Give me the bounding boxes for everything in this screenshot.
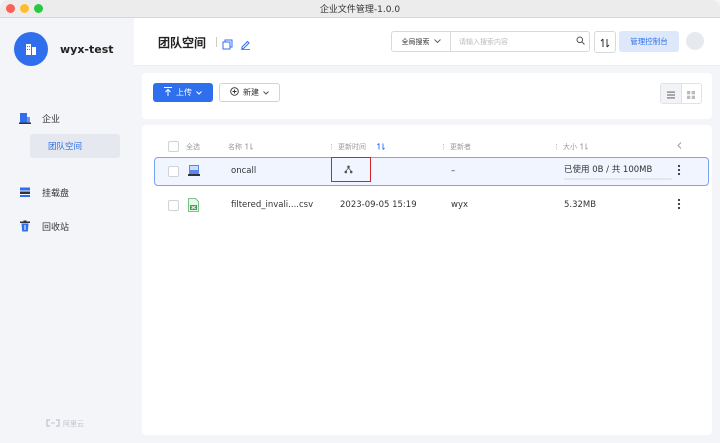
page-header: 团队空间 全局搜索 请输入搜索内容 管理控制台 bbox=[134, 18, 720, 66]
file-table: 全选 名称 ⋮ 更新时间 ⋮ 更新者 ⋮ 大小 oncall – 已使用 0B … bbox=[142, 125, 712, 435]
search-input[interactable] bbox=[451, 36, 571, 47]
table-row[interactable]: filtered_invali....csv 2023-09-05 15:19 … bbox=[154, 191, 709, 220]
updater: wyx bbox=[451, 200, 469, 210]
title-divider bbox=[216, 37, 217, 47]
sidebar-item-trash[interactable]: 回收站 bbox=[0, 216, 134, 236]
file-name[interactable]: oncall bbox=[231, 166, 256, 176]
row-checkbox[interactable] bbox=[168, 166, 179, 177]
column-header-name[interactable]: 名称 bbox=[228, 142, 253, 152]
more-actions-icon[interactable] bbox=[677, 198, 681, 213]
org-brand: wyx-test bbox=[0, 18, 134, 66]
new-label: 新建 bbox=[243, 88, 259, 97]
table-row[interactable]: oncall – 已使用 0B / 共 100MB bbox=[154, 157, 709, 186]
sort-icon bbox=[600, 33, 610, 52]
team-folder-icon bbox=[188, 164, 200, 178]
sidebar: wyx-test 企业 团队空间 挂载盘 回收站 阿里云 bbox=[0, 18, 134, 443]
toolbar: 上传 新建 bbox=[142, 73, 712, 119]
sidebar-nav: 企业 团队空间 挂载盘 回收站 bbox=[0, 108, 134, 236]
sidebar-item-label: 企业 bbox=[42, 114, 61, 125]
column-header-updater[interactable]: ⋮ 更新者 bbox=[440, 142, 471, 152]
column-header-label: 更新时间 bbox=[338, 143, 366, 151]
sidebar-item-mount-disk[interactable]: 挂载盘 bbox=[0, 182, 134, 202]
updated-time: 2023-09-05 15:19 bbox=[340, 200, 417, 210]
column-header-label: 名称 bbox=[228, 143, 242, 151]
admin-console-button[interactable]: 管理控制台 bbox=[619, 31, 679, 52]
page-title: 团队空间 bbox=[158, 36, 207, 50]
new-button[interactable]: 新建 bbox=[219, 83, 280, 102]
file-size: 5.32MB bbox=[564, 200, 597, 210]
storage-usage: 已使用 0B / 共 100MB bbox=[564, 165, 653, 175]
share-structure-icon[interactable] bbox=[344, 165, 353, 177]
sort-icon bbox=[580, 142, 588, 152]
org-name: wyx-test bbox=[60, 42, 114, 56]
search-scope-dropdown[interactable]: 全局搜索 bbox=[392, 32, 451, 51]
sort-icon bbox=[245, 142, 253, 152]
list-view-icon bbox=[666, 84, 675, 103]
column-header-label: 大小 bbox=[563, 143, 577, 151]
app-window: 企业文件管理-1.0.0 wyx-test 企业 团队空间 挂载盘 回收站 阿里… bbox=[0, 0, 720, 443]
main-area: 团队空间 全局搜索 请输入搜索内容 管理控制台 上传 新建 全选 名称 ⋮ 更新… bbox=[134, 18, 720, 443]
sidebar-item-label: 回收站 bbox=[42, 222, 70, 233]
csv-file-icon bbox=[188, 198, 200, 212]
column-header-size[interactable]: ⋮ 大小 bbox=[553, 142, 588, 152]
enterprise-icon bbox=[18, 111, 32, 125]
copy-icon[interactable] bbox=[222, 35, 233, 50]
list-view-button[interactable] bbox=[661, 84, 682, 103]
search-icon bbox=[576, 36, 585, 47]
search-scope-label: 全局搜索 bbox=[401, 37, 430, 46]
title-bar: 企业文件管理-1.0.0 bbox=[0, 0, 720, 18]
column-menu-icon[interactable]: ⋮ bbox=[328, 143, 335, 151]
sort-button[interactable] bbox=[594, 31, 616, 53]
more-actions-icon[interactable] bbox=[677, 164, 681, 179]
file-name[interactable]: filtered_invali....csv bbox=[231, 200, 313, 210]
edit-icon[interactable] bbox=[240, 35, 251, 50]
column-menu-icon[interactable]: ⋮ bbox=[553, 143, 560, 151]
plus-circle-icon bbox=[230, 87, 239, 98]
trash-icon bbox=[18, 219, 32, 233]
select-all-checkbox[interactable] bbox=[168, 141, 179, 152]
column-menu-icon[interactable]: ⋮ bbox=[440, 143, 447, 151]
storage-usage-bar bbox=[564, 178, 672, 180]
column-header-label: 更新者 bbox=[450, 143, 471, 151]
sidebar-item-label: 挂载盘 bbox=[42, 188, 70, 199]
table-header: 全选 名称 ⋮ 更新时间 ⋮ 更新者 ⋮ 大小 bbox=[142, 139, 712, 153]
updater: – bbox=[451, 166, 456, 176]
sidebar-item-enterprise[interactable]: 企业 bbox=[0, 108, 134, 128]
row-checkbox[interactable] bbox=[168, 200, 179, 211]
search-button[interactable] bbox=[571, 36, 589, 47]
view-toggle bbox=[660, 83, 702, 104]
upload-button[interactable]: 上传 bbox=[153, 83, 213, 102]
grid-view-icon bbox=[687, 84, 696, 103]
collapse-columns-icon[interactable] bbox=[677, 142, 682, 149]
upload-label: 上传 bbox=[176, 88, 192, 97]
column-header-updated-time[interactable]: ⋮ 更新时间 bbox=[328, 142, 385, 152]
avatar[interactable] bbox=[686, 32, 704, 50]
search-bar: 全局搜索 bbox=[391, 31, 590, 52]
chevron-down-icon bbox=[196, 88, 202, 97]
upload-icon bbox=[164, 87, 172, 98]
footer-brand: 阿里云 bbox=[46, 419, 84, 429]
org-logo-icon bbox=[14, 32, 48, 66]
footer-brand-label: 阿里云 bbox=[63, 420, 84, 428]
window-title: 企业文件管理-1.0.0 bbox=[319, 5, 401, 15]
mount-disk-icon bbox=[18, 185, 32, 199]
chevron-down-icon bbox=[263, 88, 269, 97]
grid-view-button[interactable] bbox=[682, 84, 702, 103]
chevron-down-icon bbox=[433, 38, 441, 46]
column-header-select-all: 全选 bbox=[186, 143, 200, 151]
sidebar-item-team-space[interactable]: 团队空间 bbox=[30, 134, 120, 158]
sort-icon bbox=[377, 142, 385, 152]
cloud-logo-icon bbox=[46, 419, 60, 429]
